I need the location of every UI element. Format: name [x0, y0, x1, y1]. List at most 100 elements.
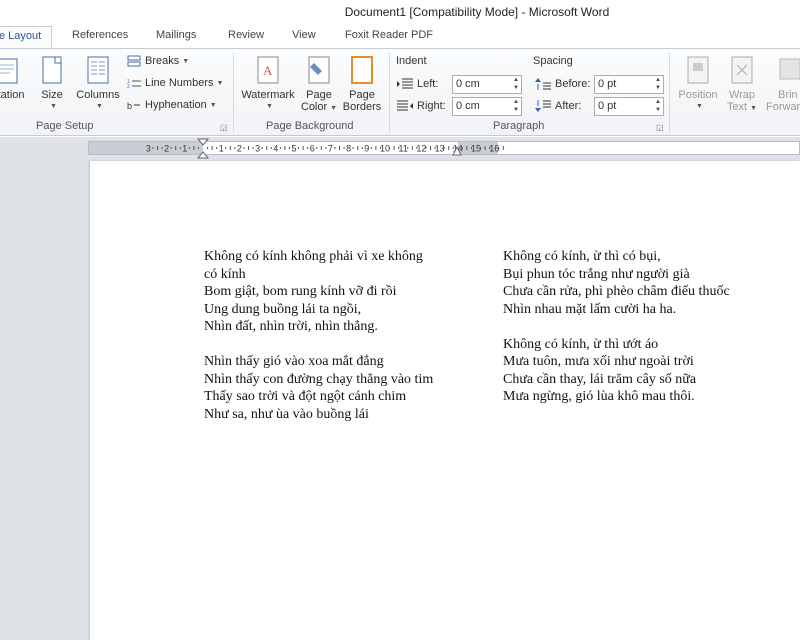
columns-label: Columns	[76, 89, 120, 101]
bring-forward-icon	[779, 58, 800, 80]
indent-right-text: Right:	[417, 100, 446, 112]
first-line-indent-marker-icon[interactable]	[197, 138, 209, 160]
indent-left-label: Left:	[397, 78, 438, 90]
spacing-after-value: 0 pt	[598, 100, 617, 112]
ruler-ticks: 32112345678910111213141516	[146, 144, 504, 154]
wrap-text-chevron-down-icon: ▼	[750, 105, 758, 112]
ruler-label: 13	[435, 144, 445, 154]
poem-line: Thấy sao trời và đột ngột cánh chim	[204, 389, 407, 404]
poem-line: Bom giật, bom rung kính vỡ đi rồi	[204, 284, 397, 299]
spacing-after-field[interactable]: 0 pt ▲ ▼	[594, 97, 664, 116]
indent-left-value: 0 cm	[456, 78, 480, 90]
title-bar: Document1 [Compatibility Mode] - Microso…	[0, 0, 800, 26]
paragraph-group-label: Paragraph	[493, 120, 545, 132]
indent-right-label: Right:	[397, 100, 446, 112]
ruler-label: 6	[310, 144, 315, 154]
indent-left-field[interactable]: 0 cm ▲ ▼	[452, 75, 522, 94]
hyphenation-button[interactable]: b Hyphenation ▼	[127, 99, 217, 111]
spin-arrows-icon[interactable]: ▲ ▼	[513, 76, 519, 92]
breaks-chevron-down-icon: ▼	[182, 57, 190, 65]
breaks-icon	[127, 55, 141, 67]
document-page[interactable]: Không có kính không phải vì xe không có k…	[90, 161, 800, 640]
spacing-after-text: After:	[555, 100, 582, 112]
ruler-label: 8	[346, 144, 351, 154]
hyphenation-label: Hyphenation	[145, 99, 207, 111]
spin-arrows-icon[interactable]: ▲ ▼	[655, 76, 661, 92]
poem-line: Mưa tuôn, mưa xối như ngoài trời	[503, 354, 694, 369]
poem-line: Nhìn thấy gió vào xoa mắt đắng	[204, 354, 384, 369]
poem-column-left: Không có kính không phải vì xe không có k…	[204, 248, 433, 423]
document-workspace: Không có kính không phải vì xe không có k…	[0, 159, 800, 640]
spacing-after-label: After:	[535, 100, 581, 112]
poem-line: Nhìn đất, nhìn trời, nhìn thẳng.	[204, 319, 378, 334]
page-color-button[interactable]: Page Color ▼	[299, 55, 339, 115]
ruler-bar: 32112345678910111213141516	[88, 141, 800, 155]
watermark-icon: A	[257, 56, 279, 84]
poem-line: Bụi phun tóc trắng như người già	[503, 266, 690, 282]
position-chevron-down-icon: ▼	[696, 103, 703, 110]
watermark-button[interactable]: A Watermark ▼	[238, 55, 298, 113]
tab-view[interactable]: View	[292, 29, 316, 41]
page-background-group-label: Page Background	[266, 120, 354, 132]
poem-line: Không có kính, ừ thì ướt áo	[503, 336, 659, 352]
indent-right-icon	[397, 100, 413, 111]
columns-chevron-down-icon: ▼	[96, 103, 103, 110]
indent-right-field[interactable]: 0 cm ▲ ▼	[452, 97, 522, 116]
size-button[interactable]: Size ▼	[36, 55, 68, 113]
columns-button[interactable]: Columns ▼	[74, 55, 122, 113]
wrap-text-button[interactable]: Wrap Text ▼	[722, 55, 762, 115]
page-borders-icon	[351, 56, 373, 84]
window-title: Document1 [Compatibility Mode] - Microso…	[344, 5, 610, 19]
watermark-label: Watermark	[241, 89, 295, 101]
bring-forward-button[interactable]: Brin Forwar	[764, 55, 800, 113]
wrap-text-icon	[731, 56, 753, 84]
ruler-label: 5	[291, 144, 296, 154]
page-borders-button[interactable]: Page Borders	[340, 55, 384, 113]
spacing-before-value: 0 pt	[598, 78, 617, 90]
columns-icon	[87, 56, 109, 84]
poem-line: có kính	[204, 266, 246, 282]
indent-right-value: 0 cm	[456, 100, 480, 112]
horizontal-ruler[interactable]: 32112345678910111213141516	[0, 137, 800, 159]
group-divider	[669, 53, 670, 133]
spacing-before-field[interactable]: 0 pt ▲ ▼	[594, 75, 664, 94]
tab-references[interactable]: References	[72, 29, 128, 41]
poem-line: Nhìn nhau mặt lấm cười ha ha.	[503, 301, 677, 317]
line-numbers-label: Line Numbers	[145, 77, 214, 89]
ruler-label: 16	[489, 144, 499, 154]
poem-line: Mưa ngừng, gió lùa khô mau thôi.	[503, 389, 695, 404]
spacing-before-icon	[535, 78, 551, 90]
bring-forward-label-1: Brin	[778, 89, 798, 101]
ruler-label: 4	[273, 144, 278, 154]
tab-mailings[interactable]: Mailings	[156, 29, 196, 41]
breaks-button[interactable]: Breaks ▼	[127, 55, 189, 67]
page-borders-label-1: Page	[349, 89, 375, 101]
poem-line: Chưa cần thay, lái trăm cây số nữa	[503, 371, 697, 387]
spin-arrows-icon[interactable]: ▲ ▼	[655, 98, 661, 114]
orientation-button[interactable]: ntation	[0, 55, 30, 101]
group-divider	[389, 53, 390, 133]
ruler-label: 12	[416, 144, 426, 154]
wrap-text-label-2: Text	[726, 101, 748, 113]
tab-review[interactable]: Review	[228, 29, 264, 41]
size-label: Size	[41, 89, 63, 101]
tab-foxit-reader-pdf[interactable]: Foxit Reader PDF	[345, 29, 433, 41]
tab-page-layout[interactable]: e Layout	[0, 26, 53, 49]
line-numbers-icon: 12	[127, 79, 141, 89]
poem-line: Như sa, như ùa vào buồng lái	[204, 406, 369, 422]
hyphenation-icon: b	[127, 101, 140, 111]
stanza-gap	[503, 318, 730, 336]
page-setup-launcher-icon[interactable]: ◲	[220, 123, 228, 132]
ruler-label: 3	[255, 144, 260, 154]
spacing-before-label: Before:	[535, 78, 590, 90]
position-button[interactable]: Position ▼	[674, 55, 722, 113]
paragraph-launcher-icon[interactable]: ◲	[656, 123, 664, 132]
ruler-label: 7	[328, 144, 333, 154]
ruler-label: 11	[399, 144, 408, 154]
ruler-label: 2	[237, 144, 242, 154]
right-indent-marker-icon[interactable]	[452, 144, 462, 156]
line-numbers-button[interactable]: 12 Line Numbers ▼	[127, 77, 223, 89]
spin-arrows-icon[interactable]: ▲ ▼	[513, 98, 519, 114]
poem-line: Ung dung buồng lái ta ngồi,	[204, 301, 362, 317]
orientation-icon	[0, 58, 18, 84]
